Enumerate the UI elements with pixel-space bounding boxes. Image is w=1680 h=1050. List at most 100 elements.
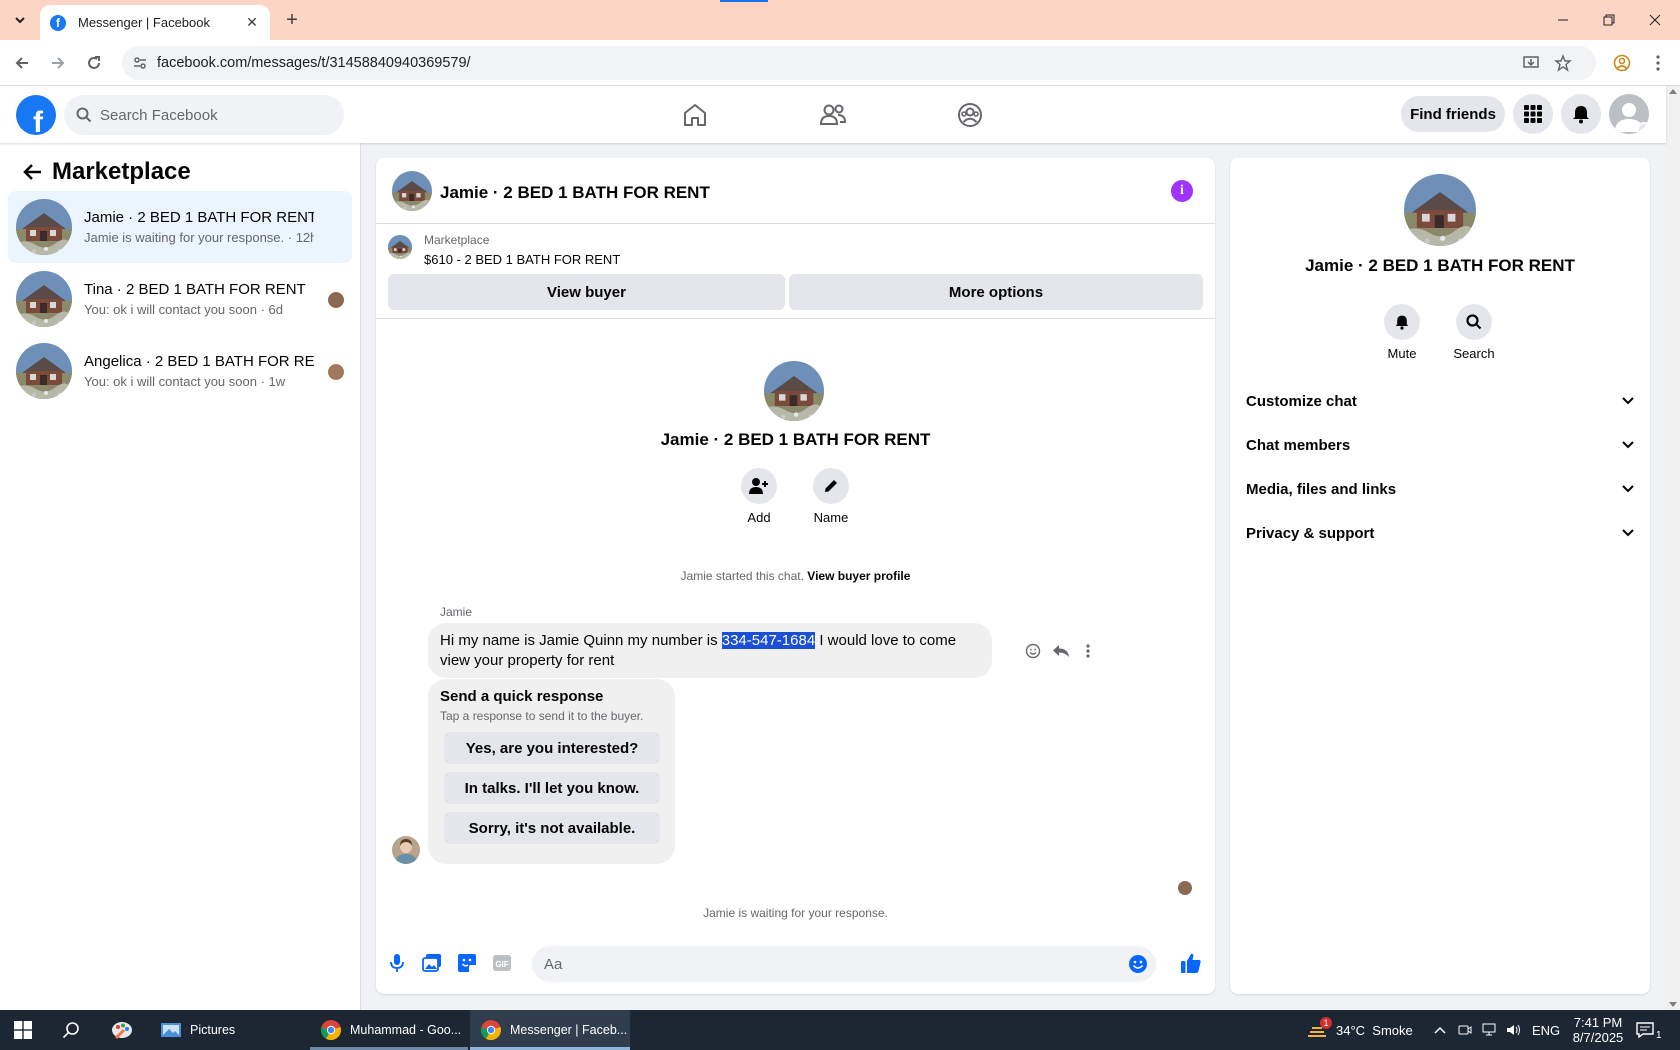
- install-app-icon[interactable]: [1522, 54, 1540, 72]
- buyer-avatar[interactable]: [392, 836, 420, 864]
- name-label: Name: [813, 510, 849, 525]
- chat-members-section[interactable]: Chat members: [1246, 425, 1634, 465]
- facebook-search[interactable]: [64, 95, 344, 135]
- message-more-button[interactable]: [1077, 640, 1099, 662]
- reply-button[interactable]: [1050, 640, 1072, 662]
- nav-groups[interactable]: [940, 91, 1000, 139]
- back-button[interactable]: [18, 158, 46, 186]
- forward-button[interactable]: [44, 49, 72, 77]
- start-button[interactable]: [14, 1010, 32, 1050]
- quick-response-button[interactable]: Sorry, it's not available.: [444, 812, 660, 844]
- show-hidden-icons-button[interactable]: [1434, 1010, 1446, 1050]
- view-buyer-profile-link[interactable]: View buyer profile: [807, 569, 910, 583]
- search-icon: [76, 107, 92, 123]
- thumbs-up-icon: [1181, 953, 1201, 973]
- more-options-button[interactable]: More options: [789, 274, 1203, 310]
- gif-button[interactable]: GIF: [490, 951, 514, 975]
- intro-name: Jamie · 2 BED 1 BATH FOR RENT: [660, 430, 931, 449]
- tab-strip-accent: [720, 0, 768, 2]
- customize-chat-section[interactable]: Customize chat: [1246, 381, 1634, 421]
- svg-text:GIF: GIF: [495, 960, 508, 969]
- reload-button[interactable]: [80, 49, 108, 77]
- profile-button[interactable]: [1608, 49, 1636, 77]
- scroll-up-icon[interactable]: [1669, 88, 1677, 94]
- search-input[interactable]: [100, 106, 330, 124]
- attach-photo-button[interactable]: [420, 951, 444, 975]
- clock[interactable]: 7:41 PM 8/7/2025: [1572, 1010, 1624, 1050]
- sticker-icon: [458, 954, 476, 972]
- close-tab-icon[interactable]: ✕: [244, 14, 260, 31]
- close-window-button[interactable]: [1632, 0, 1678, 40]
- chrome-icon: [480, 1020, 501, 1041]
- network-icon[interactable]: [1482, 1010, 1498, 1050]
- minimize-button[interactable]: [1540, 0, 1586, 40]
- reload-icon: [88, 56, 100, 69]
- chat-thumbnail[interactable]: [392, 171, 432, 211]
- conversation-name: Angelica · 2 BED 1 BATH FOR RE...: [84, 353, 314, 370]
- meet-now-icon[interactable]: [1458, 1010, 1472, 1050]
- site-settings-icon[interactable]: [132, 55, 148, 71]
- nav-friends[interactable]: [803, 91, 863, 139]
- language-indicator[interactable]: ENG: [1532, 1010, 1560, 1050]
- facebook-logo-icon[interactable]: f: [16, 95, 56, 135]
- listing-price[interactable]: $610 - 2 BED 1 BATH FOR RENT: [424, 252, 620, 267]
- notification-icon: [1636, 1022, 1654, 1038]
- message-composer[interactable]: [532, 946, 1156, 982]
- nav-home[interactable]: [665, 91, 725, 139]
- voice-clip-button[interactable]: [385, 951, 409, 975]
- account-avatar[interactable]: [1609, 94, 1649, 134]
- weather-widget[interactable]: 1 34°C Smoke: [1306, 1010, 1413, 1050]
- find-friends-button[interactable]: Find friends: [1401, 96, 1505, 132]
- conversation-item[interactable]: Jamie · 2 BED 1 BATH FOR RENT Jamie is w…: [8, 191, 352, 263]
- star-icon[interactable]: [1554, 54, 1572, 72]
- browser-tab[interactable]: f Messenger | Facebook ✕: [40, 5, 270, 40]
- react-button[interactable]: [1022, 640, 1044, 662]
- info-icon[interactable]: i: [1171, 180, 1193, 202]
- like-button[interactable]: [1179, 951, 1203, 975]
- view-buyer-button[interactable]: View buyer: [388, 274, 785, 310]
- taskbar-app-chrome-messenger[interactable]: Messenger | Faceb...: [470, 1010, 630, 1050]
- address-bar[interactable]: facebook.com/messages/t/3145884094036957…: [122, 46, 1596, 80]
- taskbar-search-button[interactable]: [62, 1010, 80, 1050]
- highlighted-phone-number: 334-547-1684: [721, 632, 816, 649]
- volume-icon[interactable]: [1506, 1010, 1522, 1050]
- search-icon: [1466, 314, 1482, 330]
- search-in-chat-button[interactable]: Search: [1444, 304, 1504, 361]
- emoji-icon[interactable]: [1128, 954, 1148, 974]
- notification-center-button[interactable]: 1: [1636, 1010, 1662, 1050]
- sticker-button[interactable]: [455, 951, 479, 975]
- privacy-support-section[interactable]: Privacy & support: [1246, 513, 1634, 553]
- account-menu-chevron-icon[interactable]: [1637, 122, 1649, 134]
- sidebar-title: Marketplace: [52, 158, 191, 185]
- profile-icon: [1613, 54, 1631, 72]
- browser-menu-button[interactable]: [1644, 49, 1672, 77]
- quick-response-button[interactable]: In talks. I'll let you know.: [444, 772, 660, 804]
- taskbar-app-pictures[interactable]: Pictures: [150, 1010, 302, 1050]
- taskbar-app-label: Messenger | Faceb...: [510, 1023, 628, 1037]
- new-tab-button[interactable]: +: [280, 8, 304, 32]
- conversation-item[interactable]: Tina · 2 BED 1 BATH FOR RENT You: ok i w…: [8, 263, 352, 335]
- menu-button[interactable]: [1513, 94, 1553, 134]
- notifications-button[interactable]: [1561, 94, 1601, 134]
- back-button[interactable]: [8, 49, 36, 77]
- edit-name-button[interactable]: Name: [801, 468, 861, 525]
- scroll-down-icon[interactable]: [1669, 1002, 1677, 1008]
- mute-button[interactable]: Mute: [1372, 304, 1432, 361]
- restore-button[interactable]: [1586, 0, 1632, 40]
- page-scrollbar[interactable]: [1666, 86, 1680, 1010]
- taskbar-app-chrome-muhammad[interactable]: Muhammad - Goo...: [310, 1010, 468, 1050]
- folder-pictures-icon: [161, 1023, 181, 1037]
- close-icon: [1649, 14, 1661, 26]
- chat-title[interactable]: Jamie · 2 BED 1 BATH FOR RENT: [440, 183, 710, 203]
- message-bubble[interactable]: Hi my name is Jamie Quinn my number is 3…: [428, 623, 992, 678]
- add-people-button[interactable]: Add: [729, 468, 789, 525]
- media-files-links-section[interactable]: Media, files and links: [1246, 469, 1634, 509]
- conversation-item[interactable]: Angelica · 2 BED 1 BATH FOR RE... You: o…: [8, 335, 352, 407]
- mute-label: Mute: [1387, 346, 1417, 361]
- url-text: facebook.com/messages/t/3145884094036957…: [157, 55, 471, 71]
- message-input[interactable]: [544, 955, 1104, 973]
- taskbar-pinned-app[interactable]: [110, 1010, 134, 1050]
- more-vertical-icon: [1086, 644, 1090, 658]
- quick-response-button[interactable]: Yes, are you interested?: [444, 732, 660, 764]
- tab-search-button[interactable]: [8, 8, 32, 32]
